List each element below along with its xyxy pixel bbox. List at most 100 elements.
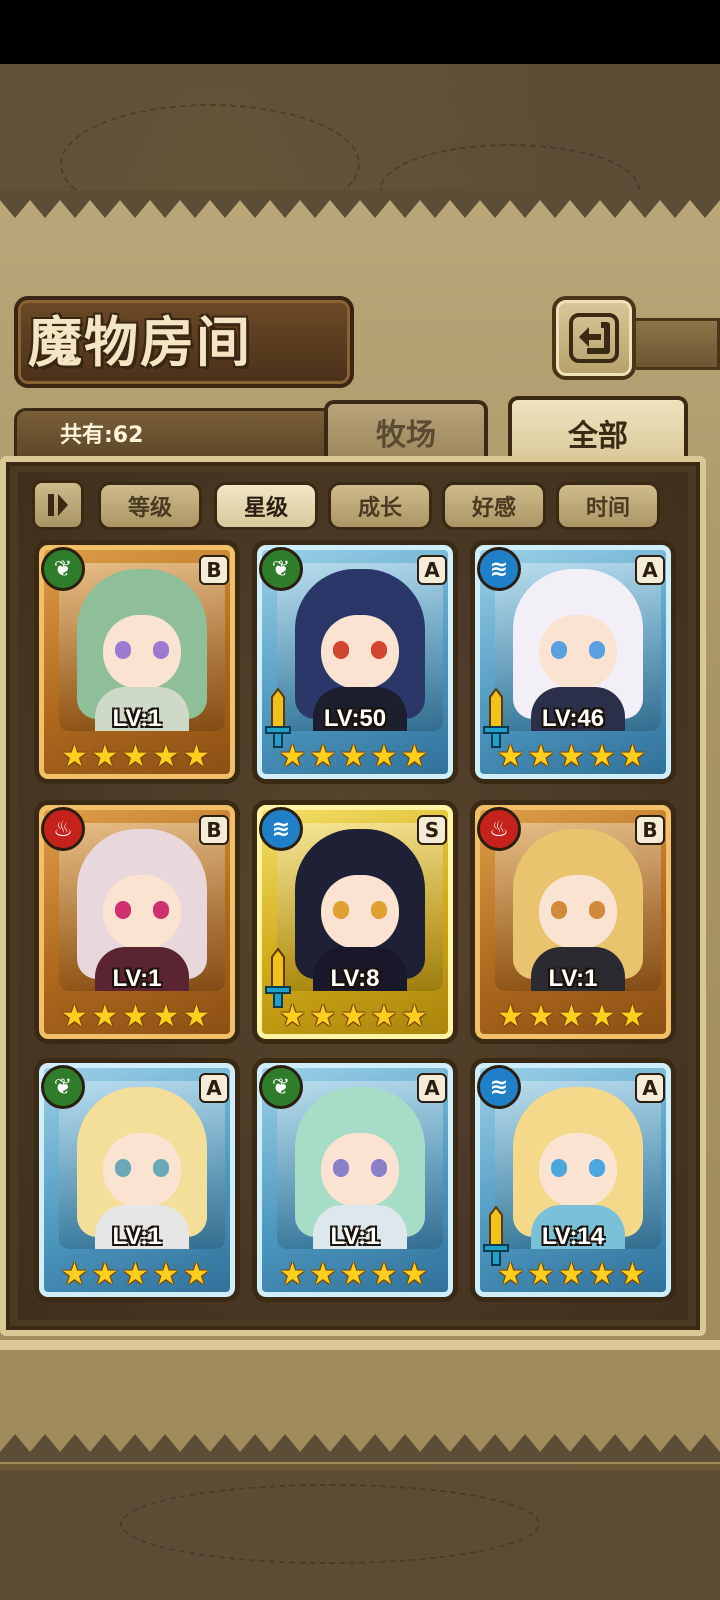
star-icon: ★: [497, 739, 524, 774]
star-icon: ★: [309, 999, 337, 1034]
portrait-eye-right: [153, 641, 169, 659]
star-rating: ★ ★ ★ ★ ★: [497, 997, 649, 1037]
star-icon: ★: [401, 1257, 428, 1292]
sort-button-4[interactable]: 时间: [556, 482, 660, 530]
portrait-eye-left: [115, 901, 131, 919]
leaf-icon: ❦: [41, 1065, 85, 1109]
monster-level: LV:1: [112, 705, 162, 732]
monster-level: LV:1: [330, 1223, 380, 1250]
portrait-eye-left: [551, 901, 567, 919]
star-icon: ★: [340, 1257, 367, 1292]
rank-badge: A: [635, 555, 665, 585]
sort-toggle-icon: [48, 494, 68, 516]
sort-button-3[interactable]: 好感: [442, 482, 546, 530]
star-rating: ★ ★ ★ ★ ★: [61, 1255, 213, 1295]
portrait-eye-right: [589, 901, 605, 919]
star-icon: ★: [370, 739, 398, 774]
star-icon: ★: [619, 739, 646, 774]
star-rating: ★ ★ ★ ★ ★: [497, 737, 649, 777]
sort-button-label: 好感: [471, 495, 516, 521]
star-icon: ★: [122, 739, 149, 774]
portrait-eye-right: [371, 641, 387, 659]
rank-badge: A: [417, 1073, 447, 1103]
monster-card[interactable]: ❦ B LV:1 ★ ★ ★ ★ ★: [34, 540, 240, 784]
star-icon: ★: [122, 999, 149, 1034]
star-icon: ★: [588, 1257, 616, 1292]
star-rating: ★ ★ ★ ★ ★: [497, 1255, 649, 1295]
back-button[interactable]: [552, 296, 636, 380]
sort-button-2[interactable]: 成长: [328, 482, 432, 530]
page-title: 魔物房间: [28, 310, 252, 374]
tab-farm-label: 牧场: [376, 418, 436, 453]
sort-button-label: 时间: [585, 495, 630, 521]
portrait-eye-left: [333, 901, 349, 919]
monster-card[interactable]: ≋ A LV:14 ★ ★ ★ ★ ★: [470, 1058, 676, 1302]
star-icon: ★: [183, 999, 210, 1034]
star-icon: ★: [91, 1257, 119, 1292]
star-icon: ★: [152, 1257, 180, 1292]
star-icon: ★: [340, 739, 367, 774]
monster-level: LV:14: [541, 1223, 605, 1250]
sort-button-label: 成长: [357, 495, 402, 521]
star-icon: ★: [152, 739, 180, 774]
star-icon: ★: [619, 1257, 646, 1292]
leaf-icon: ❦: [259, 1065, 303, 1109]
star-icon: ★: [61, 1257, 88, 1292]
star-icon: ★: [91, 999, 119, 1034]
water-wave-icon: ≋: [259, 807, 303, 851]
portrait-eye-left: [115, 1159, 131, 1177]
portrait-eye-right: [589, 641, 605, 659]
portrait-eye-right: [371, 1159, 387, 1177]
board-bottom-trim: [0, 1340, 720, 1350]
portrait-eye-right: [589, 1159, 605, 1177]
sort-button-0[interactable]: 等级: [98, 482, 202, 530]
star-icon: ★: [279, 739, 306, 774]
portrait-eye-left: [551, 1159, 567, 1177]
star-icon: ★: [370, 1257, 398, 1292]
rank-badge: B: [635, 815, 665, 845]
star-icon: ★: [588, 999, 616, 1034]
rank-badge: A: [199, 1073, 229, 1103]
star-icon: ★: [152, 999, 180, 1034]
star-icon: ★: [401, 999, 428, 1034]
monster-card[interactable]: ♨ B LV:1 ★ ★ ★ ★ ★: [470, 800, 676, 1044]
rank-badge: A: [417, 555, 447, 585]
star-icon: ★: [61, 739, 88, 774]
star-icon: ★: [61, 999, 88, 1034]
monster-card[interactable]: ≋ A LV:46 ★ ★ ★ ★ ★: [470, 540, 676, 784]
star-icon: ★: [558, 1257, 585, 1292]
flame-icon: ♨: [41, 807, 85, 851]
monster-card[interactable]: ≋ S LV:8 ★ ★ ★ ★ ★: [252, 800, 458, 1044]
monster-card[interactable]: ❦ A LV:1 ★ ★ ★ ★ ★: [34, 1058, 240, 1302]
portrait-eye-left: [333, 641, 349, 659]
star-icon: ★: [558, 999, 585, 1034]
water-wave-icon: ≋: [477, 1065, 521, 1109]
monster-card[interactable]: ♨ B LV:1 ★ ★ ★ ★ ★: [34, 800, 240, 1044]
star-icon: ★: [279, 999, 306, 1034]
star-icon: ★: [527, 739, 555, 774]
tab-farm[interactable]: 牧场: [324, 400, 488, 460]
rank-badge: B: [199, 815, 229, 845]
monster-level: LV:8: [330, 965, 380, 992]
star-icon: ★: [588, 739, 616, 774]
star-icon: ★: [619, 999, 646, 1034]
monster-card[interactable]: ❦ A LV:50 ★ ★ ★ ★ ★: [252, 540, 458, 784]
star-icon: ★: [401, 739, 428, 774]
back-arrow-icon: [569, 313, 619, 363]
star-rating: ★ ★ ★ ★ ★: [61, 737, 213, 777]
star-icon: ★: [122, 1257, 149, 1292]
sort-button-1[interactable]: 星级: [214, 482, 318, 530]
sort-button-label: 等级: [127, 495, 172, 521]
star-icon: ★: [309, 739, 337, 774]
tab-all-label: 全部: [568, 419, 628, 454]
sort-order-toggle[interactable]: [32, 480, 84, 530]
sort-button-label: 星级: [243, 495, 288, 521]
portrait-eye-left: [333, 1159, 349, 1177]
rank-badge: S: [417, 815, 447, 845]
monster-card[interactable]: ❦ A LV:1 ★ ★ ★ ★ ★: [252, 1058, 458, 1302]
portrait-eye-right: [153, 901, 169, 919]
star-rating: ★ ★ ★ ★ ★: [61, 997, 213, 1037]
star-rating: ★ ★ ★ ★ ★: [279, 1255, 431, 1295]
star-rating: ★ ★ ★ ★ ★: [279, 737, 431, 777]
star-icon: ★: [309, 1257, 337, 1292]
